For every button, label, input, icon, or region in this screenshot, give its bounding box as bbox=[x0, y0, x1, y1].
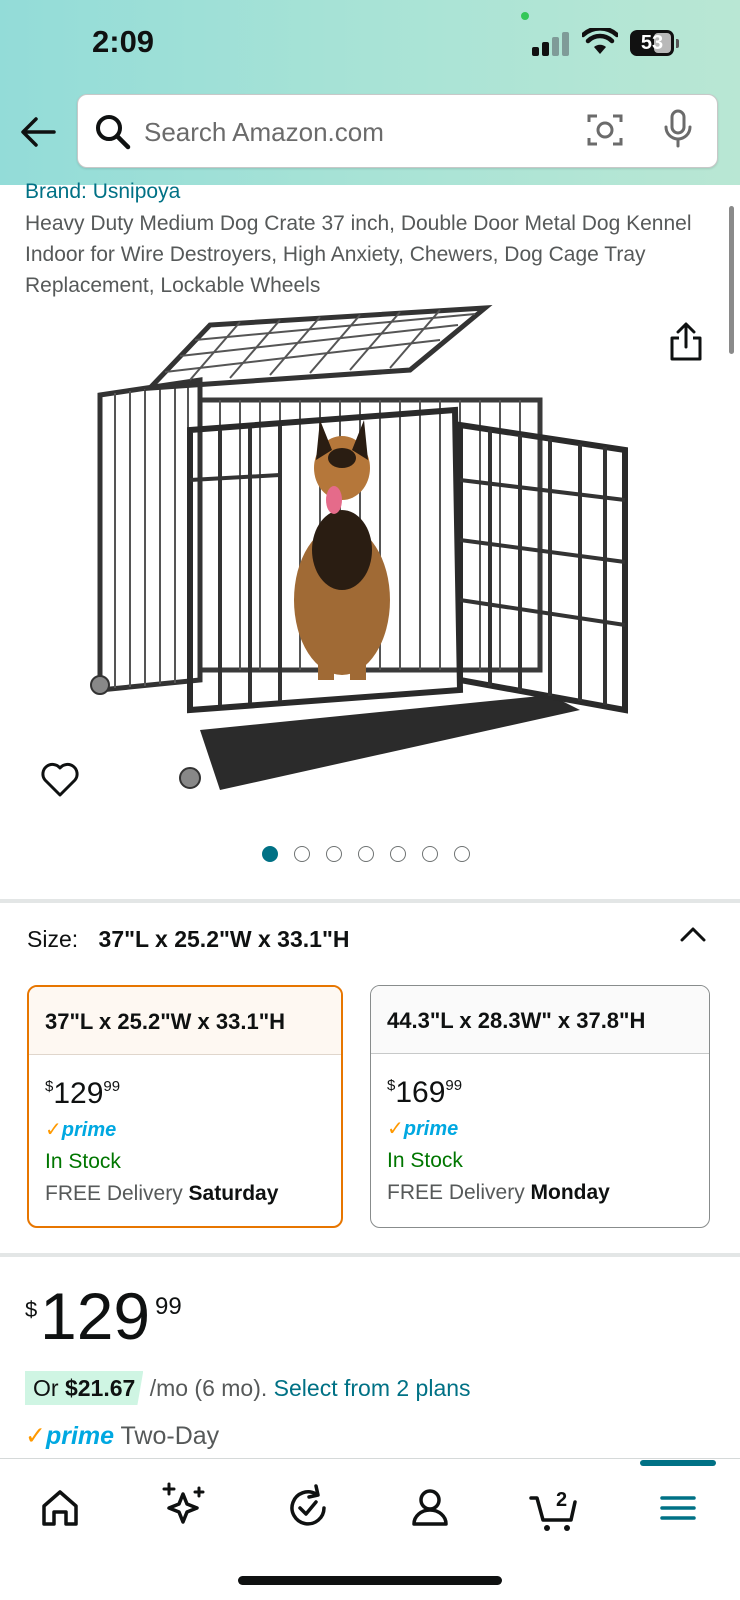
size-option-name: 44.3"L x 28.3W" x 37.8"H bbox=[371, 986, 709, 1054]
battery-level: 53 bbox=[640, 32, 664, 54]
product-image[interactable] bbox=[80, 300, 660, 820]
wifi-icon bbox=[582, 28, 618, 54]
status-time: 2:09 bbox=[92, 24, 155, 59]
carousel-dot[interactable] bbox=[390, 846, 406, 862]
prime-logo: prime bbox=[45, 1422, 115, 1450]
size-label: Size: bbox=[27, 926, 79, 952]
camera-in-use-indicator bbox=[521, 12, 529, 20]
account-icon[interactable] bbox=[400, 1478, 460, 1538]
size-option-card-selected[interactable]: 37"L x 25.2"W x 33.1"H $12999 ✓prime In … bbox=[27, 985, 343, 1228]
stock-status: In Stock bbox=[387, 1149, 463, 1172]
back-arrow-icon[interactable] bbox=[18, 112, 58, 152]
prime-badge: ✓prime bbox=[387, 1118, 459, 1140]
cellular-signal-icon bbox=[532, 32, 572, 56]
battery-icon: 53 bbox=[630, 30, 680, 56]
financing-offer: Or $21.67 /mo (6 mo). Select from 2 plan… bbox=[25, 1371, 471, 1405]
carousel-dot[interactable] bbox=[262, 846, 278, 862]
monthly-term: /mo (6 mo). bbox=[143, 1375, 274, 1401]
prime-check-icon: ✓ bbox=[25, 1422, 46, 1450]
size-option-card[interactable]: 44.3"L x 28.3W" x 37.8"H $16999 ✓prime I… bbox=[370, 985, 710, 1228]
carousel-dot[interactable] bbox=[454, 846, 470, 862]
chevron-up-icon[interactable] bbox=[680, 925, 706, 943]
search-bar[interactable] bbox=[77, 94, 718, 168]
monthly-payment-badge: Or $21.67 bbox=[25, 1371, 144, 1405]
carousel-dot[interactable] bbox=[422, 846, 438, 862]
rufus-refresh-icon[interactable] bbox=[278, 1478, 338, 1538]
microphone-icon[interactable] bbox=[663, 109, 693, 149]
camera-search-icon[interactable] bbox=[587, 112, 623, 148]
carousel-dot[interactable] bbox=[294, 846, 310, 862]
home-indicator bbox=[238, 1576, 502, 1585]
price-currency: $ bbox=[25, 1297, 38, 1322]
price-fraction: 99 bbox=[155, 1293, 182, 1320]
heart-icon[interactable] bbox=[40, 762, 80, 798]
share-icon[interactable] bbox=[668, 322, 704, 362]
dog-image bbox=[294, 420, 390, 680]
carousel-dot[interactable] bbox=[326, 846, 342, 862]
size-option-price: $12999 bbox=[45, 1077, 121, 1110]
price-whole: 129 bbox=[40, 1279, 151, 1353]
prime-badge: ✓prime bbox=[45, 1119, 117, 1141]
size-selector: Size: 37"L x 25.2"W x 33.1"H bbox=[27, 926, 349, 953]
section-divider bbox=[0, 1253, 740, 1257]
delivery-info: FREE Delivery Saturday bbox=[45, 1182, 279, 1205]
size-selected-value: 37"L x 25.2"W x 33.1"H bbox=[98, 926, 350, 952]
stock-status: In Stock bbox=[45, 1150, 121, 1173]
cart-icon[interactable]: 2 bbox=[525, 1478, 585, 1538]
select-plans-link[interactable]: Select from 2 plans bbox=[274, 1375, 471, 1401]
prime-shipping: ✓prime Two-Day bbox=[25, 1421, 219, 1451]
size-option-price: $16999 bbox=[387, 1076, 463, 1109]
image-carousel-dots[interactable] bbox=[262, 846, 470, 864]
scrollbar[interactable] bbox=[729, 206, 734, 354]
delivery-info: FREE Delivery Monday bbox=[387, 1181, 610, 1204]
active-tab-indicator bbox=[640, 1460, 716, 1466]
brand-link[interactable]: Brand: Usnipoya bbox=[25, 180, 180, 204]
ai-sparkle-icon[interactable] bbox=[153, 1478, 213, 1538]
home-icon[interactable] bbox=[30, 1478, 90, 1538]
carousel-dot[interactable] bbox=[358, 846, 374, 862]
search-input[interactable] bbox=[144, 107, 544, 157]
search-icon bbox=[96, 115, 131, 150]
size-option-name: 37"L x 25.2"W x 33.1"H bbox=[29, 987, 341, 1055]
shipping-speed: Two-Day bbox=[114, 1422, 220, 1450]
section-divider bbox=[0, 899, 740, 903]
menu-icon[interactable] bbox=[648, 1478, 708, 1538]
cart-count: 2 bbox=[556, 1489, 567, 1511]
product-title: Heavy Duty Medium Dog Crate 37 inch, Dou… bbox=[25, 212, 692, 297]
